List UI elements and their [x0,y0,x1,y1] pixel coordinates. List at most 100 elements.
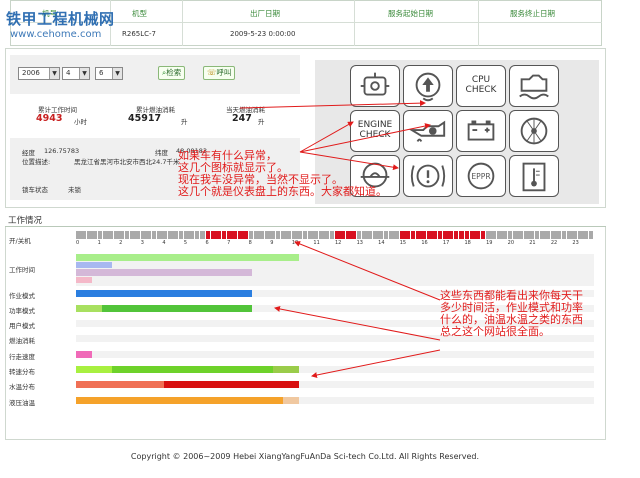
coolant-level-icon [509,65,559,107]
location-desc-value: 黑龙江省黑河市北安市西北24.7千米 [74,158,180,166]
timeline-cell [534,231,540,239]
row-label-power: 开/关机 [9,237,31,245]
hour-tick: 22 [550,240,558,246]
timeline-cell [173,231,178,239]
timeline-cell [442,231,448,239]
travel-speed-bar [76,351,92,358]
hour-tick: 1 [97,240,101,246]
timeline-cell [281,231,286,239]
work-time-bar [76,269,253,276]
timeline-cell [540,231,545,239]
timeline-cell [459,231,464,239]
hour-tick: 14 [378,240,385,246]
col-header-factory-date: 出厂日期 [250,9,280,18]
cpu-check-label: CPU CHECK [465,75,497,95]
rpm-bar [76,366,113,373]
air-filter-icon [509,110,559,152]
month-value: 4 [66,69,71,77]
timeline-cell [567,231,572,239]
footer-copyright: Copyright © 2006~2009 Hebei XiangYangFuA… [130,452,480,461]
power-mode-bar [76,305,102,312]
timeline-cell [189,231,195,239]
month-select[interactable]: 4 ▼ [62,67,90,80]
timeline-cell [415,231,421,239]
hour-tick: 5 [183,240,188,246]
timeline-cell [97,231,103,239]
timeline-cell [162,231,168,239]
row-label-rpm: 转速分布 [9,368,35,376]
timeline-cell [372,231,378,239]
location-desc-label: 位置描述: [22,158,51,166]
search-button[interactable]: ⌕检索 [158,66,186,80]
travel-speed-track [76,351,594,358]
timeline-cell [237,231,243,239]
rpm-bar [112,366,273,373]
timeline-cell [513,231,518,239]
work-time-bar [76,276,92,283]
call-button[interactable]: ☏呼叫 [203,66,236,80]
timeline-cell [119,231,124,239]
fuel-today-value: 247 [232,113,252,124]
col-header-model: 机型 [132,9,147,18]
timeline-cell [399,231,405,239]
timeline-cell [329,231,335,239]
battery-icon [456,110,506,152]
timeline-cell [432,231,437,239]
timeline-cell [383,231,389,239]
cpu-check-icon: CPU CHECK [456,65,506,107]
timeline-cell [286,231,292,239]
chevron-down-icon: ▼ [79,68,89,79]
timeline-cell [102,231,108,239]
timeline-cell [205,231,211,239]
hour-tick: 9 [270,240,274,246]
watermark-title: 铁甲工程机械网 [6,10,115,28]
engine-check-icon: ENGINE CHECK [350,110,400,152]
search-button-label: 检索 [166,68,182,77]
timeline-cell [388,231,394,239]
chevron-down-icon: ▼ [49,68,59,79]
timeline-cell [421,231,427,239]
hour-tick: 4 [162,240,166,246]
timeline-cell [318,231,324,239]
timeline-cell [248,231,254,239]
hour-tick: 2 [119,240,123,246]
eppr-icon: EPPR [456,155,506,197]
timeline-cell [92,231,97,239]
row-label-water-temp: 水温分布 [9,383,35,391]
hyd-temp-bar [283,397,299,404]
timeline-cell [588,231,594,239]
timeline-cell [167,231,173,239]
timeline-cell [577,231,583,239]
timeline-cell [507,231,513,239]
water-temp-bar [76,381,165,388]
table-col-divider [354,0,355,46]
timeline-cell [254,231,259,239]
water-temp-bar [164,381,299,388]
timeline-cell [448,231,454,239]
timeline-cell [178,231,184,239]
annotation-icons: 如果车有什么异常， 这几个图标就显示了。 现在我车没异常，当然不显示了。 这几个… [178,149,387,198]
timeline-cell [324,231,329,239]
work-time-bar [76,261,113,268]
timeline-cell [308,231,313,239]
timeline-cell [572,231,578,239]
hour-tick: 18 [464,240,471,246]
row-label-travel-speed: 行走速度 [9,353,35,361]
row-label-user-mode: 用户模式 [9,322,35,330]
timeline-cell [340,231,346,239]
work-mode-bar [76,290,253,297]
year-select[interactable]: 2006 ▼ [18,67,60,80]
day-value: 6 [99,69,104,77]
table-col-divider [182,0,183,46]
work-time-value: 4943 [36,113,63,124]
hour-tick: 7 [227,240,231,246]
power-mode-bar [101,305,253,312]
timeline-cell [151,231,157,239]
timeline-cell [405,231,410,239]
timeline-cell [491,231,497,239]
day-select[interactable]: 6 ▼ [95,67,123,80]
timeline-cell [583,231,588,239]
timeline-cell [210,231,216,239]
timeline-cell [351,231,356,239]
row-label-work-mode: 作业模式 [9,292,35,300]
